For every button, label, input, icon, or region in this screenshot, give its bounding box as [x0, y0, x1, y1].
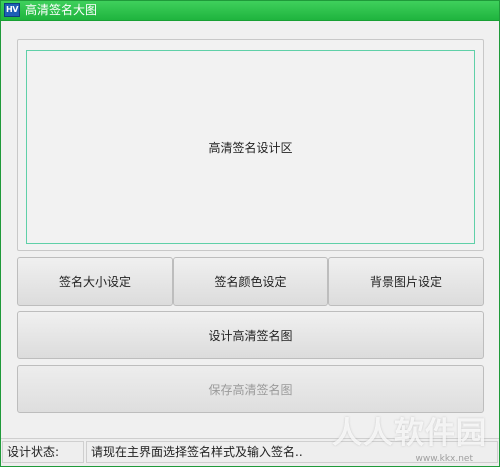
signature-size-button[interactable]: 签名大小设定 — [17, 257, 173, 306]
save-signature-button[interactable]: 保存高清签名图 — [17, 365, 484, 413]
signature-design-area: 高清签名设计区 — [26, 50, 475, 244]
status-bar: 设计状态: 请现在主界面选择签名样式及输入签名.. — [1, 438, 499, 466]
signature-color-button[interactable]: 签名颜色设定 — [173, 257, 328, 306]
status-message: 请现在主界面选择签名样式及输入签名.. — [86, 441, 498, 463]
app-icon: HV — [4, 3, 20, 17]
background-image-button[interactable]: 背景图片设定 — [328, 257, 484, 306]
window-title: 高清签名大图 — [25, 3, 98, 17]
design-signature-button[interactable]: 设计高清签名图 — [17, 311, 484, 359]
design-area-label: 高清签名设计区 — [208, 140, 293, 155]
main-window: HV 高清签名大图 高清签名设计区 签名大小设定 签名颜色设定 背景图片设定 设… — [0, 0, 500, 467]
status-label: 设计状态: — [2, 441, 84, 463]
title-bar[interactable]: HV 高清签名大图 — [1, 1, 499, 21]
signature-design-panel: 高清签名设计区 — [17, 39, 484, 251]
